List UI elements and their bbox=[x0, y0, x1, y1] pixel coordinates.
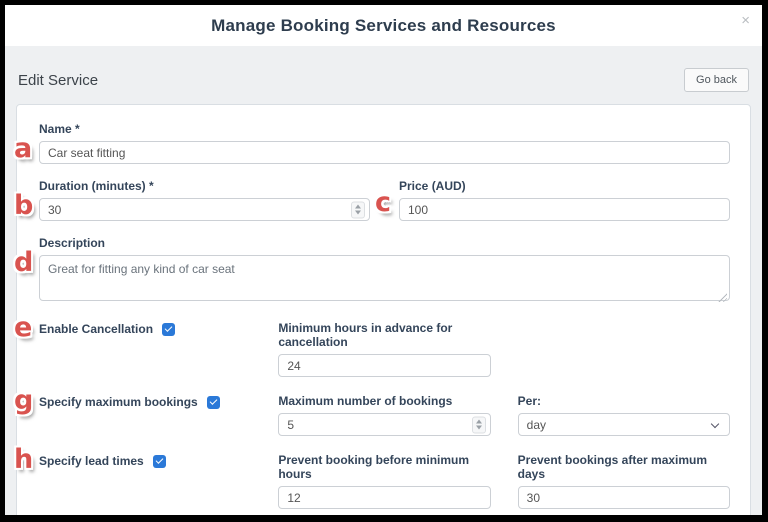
specify-max-bookings-label: Specify maximum bookings bbox=[39, 395, 198, 409]
screenshot-frame: Manage Booking Services and Resources × … bbox=[0, 0, 768, 522]
chevron-down-icon bbox=[711, 420, 719, 428]
duration-stepper[interactable] bbox=[351, 201, 365, 218]
toolbar: Edit Service Go back bbox=[5, 46, 762, 104]
max-number-label: Maximum number of bookings bbox=[278, 394, 490, 408]
go-back-button-header[interactable]: Go back bbox=[684, 68, 749, 92]
name-input[interactable] bbox=[39, 141, 730, 164]
max-bookings-row: g Specify maximum bookings Maximum numbe… bbox=[39, 394, 730, 436]
enable-cancellation-group: Enable Cancellation bbox=[39, 321, 251, 336]
enable-cancellation-checkbox[interactable] bbox=[162, 323, 175, 336]
min-hours-label: Minimum hours in advance for cancellatio… bbox=[278, 321, 490, 349]
lead-times-row: h Specify lead times Prevent booking bef… bbox=[39, 453, 730, 509]
price-label: Price (AUD) bbox=[399, 179, 730, 193]
annotation-e: e bbox=[14, 314, 32, 341]
annotation-g: g bbox=[14, 387, 33, 414]
max-number-input[interactable] bbox=[278, 413, 490, 436]
annotation-d: d bbox=[14, 249, 33, 276]
duration-input[interactable] bbox=[39, 198, 370, 221]
duration-price-row: b Duration (minutes) * c Price (AUD) bbox=[39, 179, 730, 236]
prevent-before-label: Prevent booking before minimum hours bbox=[278, 453, 490, 481]
page-title: Edit Service bbox=[18, 72, 98, 89]
description-label: Description bbox=[39, 236, 730, 250]
specify-lead-times-checkbox[interactable] bbox=[153, 455, 166, 468]
cancellation-row: e Enable Cancellation Minimum hours in a… bbox=[39, 321, 730, 377]
prevent-before-input[interactable] bbox=[278, 486, 490, 509]
per-field-group: Per: day bbox=[518, 394, 730, 436]
max-number-stepper[interactable] bbox=[472, 416, 486, 433]
edit-service-form: a Name * b Duration (minutes) * bbox=[16, 104, 751, 515]
duration-label: Duration (minutes) * bbox=[39, 179, 370, 193]
price-input[interactable] bbox=[399, 198, 730, 221]
prevent-after-label: Prevent bookings after maximum days bbox=[518, 453, 730, 481]
annotation-b: b bbox=[14, 192, 33, 219]
stepper-down-icon[interactable] bbox=[355, 211, 361, 215]
per-select-value: day bbox=[527, 418, 546, 432]
modal-title: Manage Booking Services and Resources bbox=[211, 16, 556, 36]
enable-cancellation-label: Enable Cancellation bbox=[39, 322, 153, 336]
annotation-c: c bbox=[375, 189, 391, 216]
specify-lead-times-label: Specify lead times bbox=[39, 454, 144, 468]
prevent-before-field-group: Prevent booking before minimum hours bbox=[278, 453, 490, 509]
description-textarea[interactable]: Great for fitting any kind of car seat bbox=[39, 255, 730, 301]
prevent-after-input[interactable] bbox=[518, 486, 730, 509]
min-hours-field-group: Minimum hours in advance for cancellatio… bbox=[278, 321, 490, 377]
annotation-h: h bbox=[14, 446, 33, 473]
stepper-up-icon[interactable] bbox=[476, 420, 482, 424]
name-field-group: a Name * bbox=[39, 122, 730, 164]
manage-booking-modal: Manage Booking Services and Resources × … bbox=[5, 5, 762, 515]
description-field-group: d Description Great for fitting any kind… bbox=[39, 236, 730, 306]
per-select[interactable]: day bbox=[518, 413, 730, 436]
annotation-a: a bbox=[14, 135, 32, 162]
close-icon[interactable]: × bbox=[741, 13, 750, 28]
stepper-up-icon[interactable] bbox=[355, 205, 361, 209]
max-number-field-group: Maximum number of bookings bbox=[278, 394, 490, 436]
min-hours-input[interactable] bbox=[278, 354, 490, 377]
stepper-down-icon[interactable] bbox=[476, 426, 482, 430]
price-field-group: c Price (AUD) bbox=[399, 179, 730, 221]
modal-header: Manage Booking Services and Resources × bbox=[5, 5, 762, 46]
duration-field-group: b Duration (minutes) * bbox=[39, 179, 370, 221]
specify-max-bookings-checkbox[interactable] bbox=[207, 396, 220, 409]
per-label: Per: bbox=[518, 394, 730, 408]
specify-max-bookings-group: Specify maximum bookings bbox=[39, 394, 251, 409]
name-label: Name * bbox=[39, 122, 730, 136]
specify-lead-times-group: Specify lead times bbox=[39, 453, 251, 468]
prevent-after-field-group: Prevent bookings after maximum days bbox=[518, 453, 730, 509]
